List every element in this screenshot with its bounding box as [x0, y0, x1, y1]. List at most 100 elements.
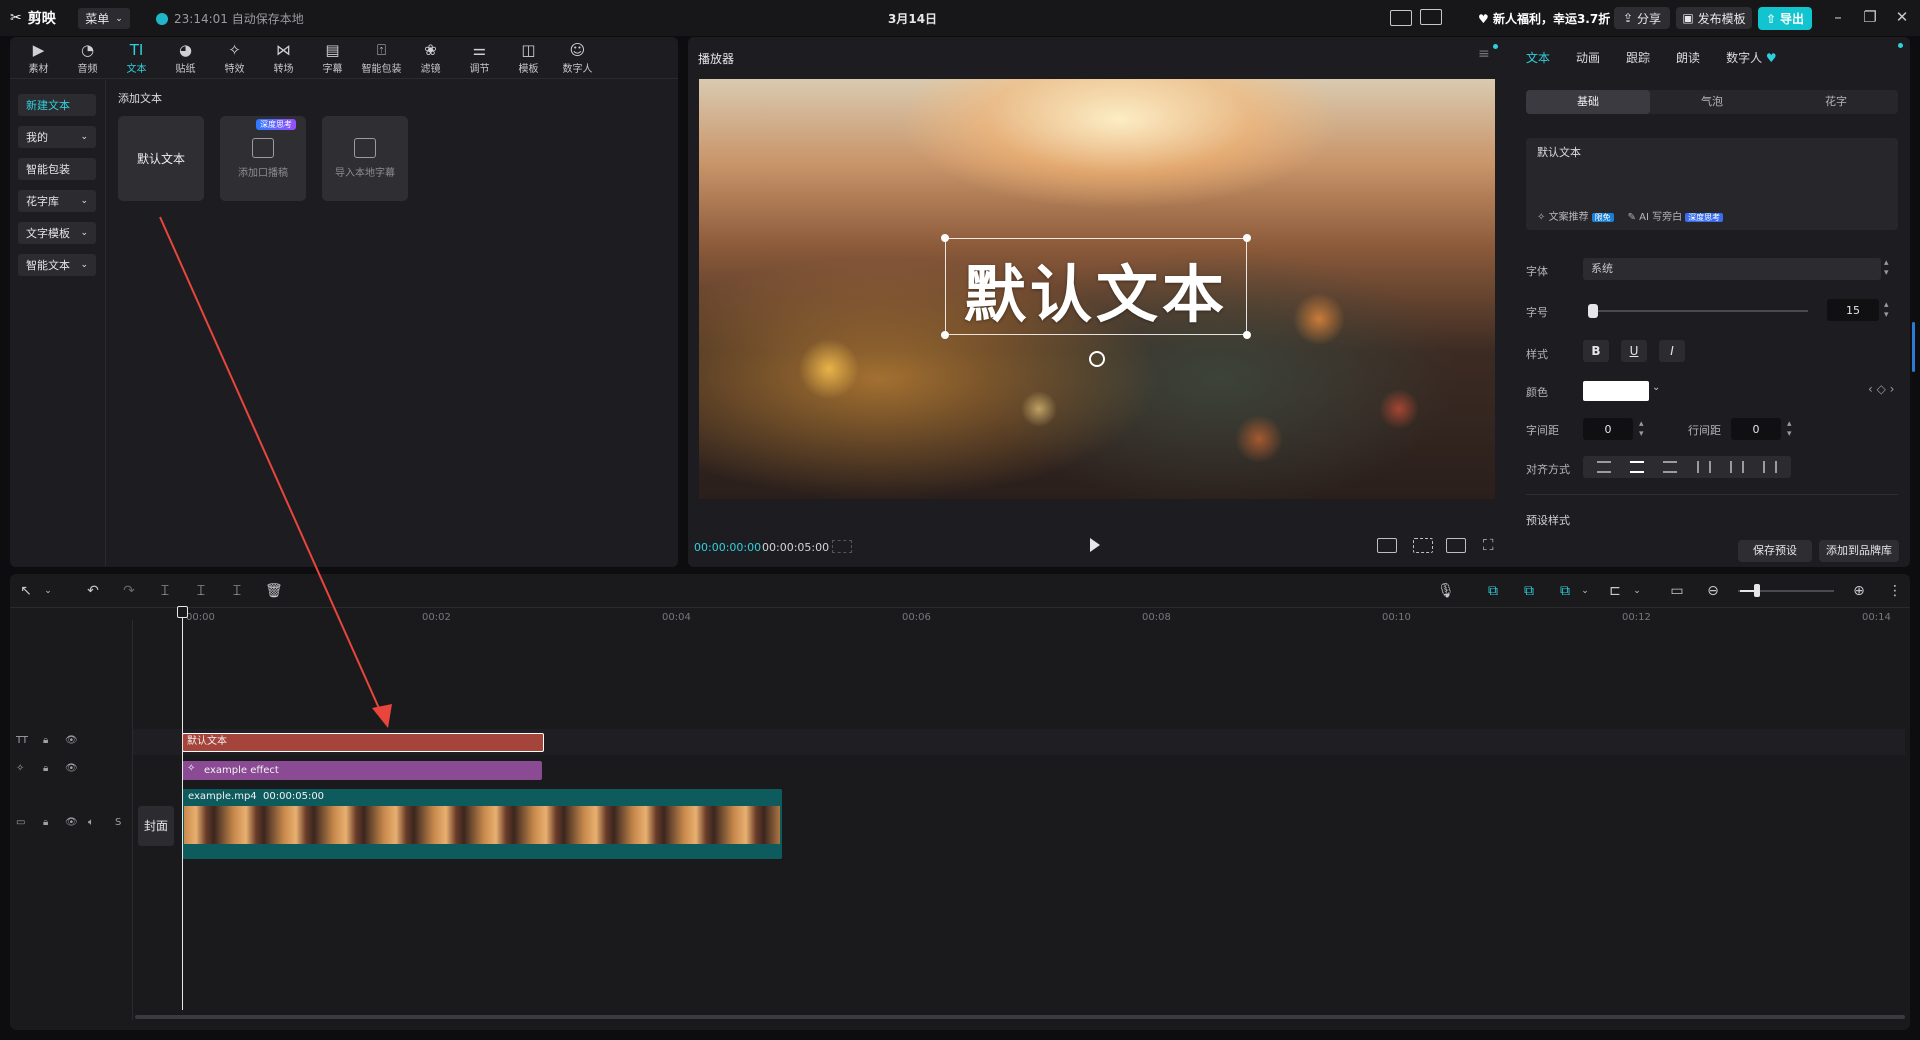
close-icon[interactable]: ✕ [1892, 8, 1912, 26]
text-content-value[interactable]: 默认文本 [1537, 144, 1581, 160]
chevron-down-icon[interactable]: ⌄ [1629, 583, 1645, 599]
chevron-down-icon[interactable]: ⌄ [40, 583, 56, 599]
timecode-grid-icon[interactable] [832, 540, 852, 553]
tab-transition[interactable]: ⋈ 转场 [259, 38, 308, 78]
overlay-text[interactable]: 默认文本 [945, 244, 1247, 334]
stepper-icon[interactable]: ▴ ▾ [1639, 419, 1644, 439]
vertical-align-top-icon[interactable] [1696, 461, 1711, 473]
tab-audio[interactable]: ◔ 音频 [63, 38, 112, 78]
default-text-card[interactable]: 默认文本 [118, 116, 204, 201]
resize-handle-bl[interactable] [941, 331, 949, 339]
nav-text-template[interactable]: 文字模板 ⌄ [18, 222, 96, 244]
aspect-ratio-icon[interactable] [1446, 538, 1466, 553]
text-clip[interactable]: 默认文本 [182, 733, 544, 752]
redo-icon[interactable]: ↷ [121, 583, 137, 599]
microphone-icon[interactable]: 🎙 [1437, 583, 1455, 599]
fit-timeline-icon[interactable]: ▭ [1669, 583, 1685, 599]
nav-smart-pack[interactable]: 智能包装 [18, 158, 96, 180]
eye-icon[interactable]: 👁︎ [65, 735, 78, 746]
project-title[interactable]: 3月14日 [888, 10, 937, 27]
minimize-icon[interactable]: – [1828, 8, 1848, 26]
color-swatch[interactable] [1583, 381, 1649, 401]
lock-icon[interactable]: 🔒︎ [43, 763, 48, 774]
stepper-icon[interactable]: ▴ ▾ [1884, 258, 1889, 278]
export-button[interactable]: ⇧ 导出 [1758, 7, 1812, 30]
resize-handle-br[interactable] [1243, 331, 1251, 339]
zoom-in-icon[interactable]: ⊕ [1851, 583, 1867, 599]
tab-sticker[interactable]: ◕ 贴纸 [161, 38, 210, 78]
preview-axis-icon[interactable]: ⊏ [1607, 583, 1623, 599]
vertical-align-center-icon[interactable] [1729, 461, 1744, 473]
original-ratio-icon[interactable] [1377, 538, 1397, 553]
tab-template[interactable]: ◫ 模板 [504, 38, 553, 78]
linkage-icon[interactable]: ⧉ [1557, 583, 1573, 599]
tab-text[interactable]: TI 文本 [112, 38, 161, 78]
save-preset-button[interactable]: 保存预设 [1738, 540, 1812, 562]
tab-subtitle[interactable]: ▤ 字幕 [308, 38, 357, 78]
tab-digital-human[interactable]: 数字人 ♥ [1726, 49, 1777, 66]
size-slider-handle[interactable] [1588, 304, 1598, 318]
lock-icon[interactable]: 🔒︎ [43, 735, 48, 746]
zoom-out-icon[interactable]: ⊖ [1705, 583, 1721, 599]
rotate-handle-icon[interactable] [1089, 351, 1105, 367]
segment-bubble[interactable]: 气泡 [1650, 90, 1774, 114]
chevron-down-icon[interactable]: ⌄ [1577, 583, 1593, 599]
effect-clip[interactable]: example effect [182, 761, 542, 780]
tab-smart-pack[interactable]: ⍐ 智能包装 [357, 38, 406, 78]
auto-snap-icon[interactable]: ⧉ [1521, 583, 1537, 599]
font-select[interactable]: 系统 [1583, 258, 1881, 280]
playhead-handle[interactable] [177, 606, 188, 618]
tab-effects[interactable]: ✧ 特效 [210, 38, 259, 78]
shortcut-keyboard-icon[interactable] [1390, 10, 1412, 26]
vertical-align-bottom-icon[interactable] [1763, 461, 1778, 473]
nav-fancy-text[interactable]: 花字库 ⌄ [18, 190, 96, 212]
split-icon[interactable]: ⌶ [157, 583, 173, 599]
lock-icon[interactable]: 🔒︎ [43, 817, 48, 828]
screenshot-icon[interactable] [1413, 538, 1433, 553]
segment-basic[interactable]: 基础 [1526, 90, 1650, 114]
tab-filter[interactable]: ❀ 滤镜 [406, 38, 455, 78]
keyframe-icon[interactable]: ‹ ◇ › [1868, 382, 1894, 396]
undo-icon[interactable]: ↶ [85, 583, 101, 599]
playhead[interactable] [182, 606, 183, 1010]
nav-smart-text[interactable]: 智能文本 ⌄ [18, 254, 96, 276]
timeline-scrollbar[interactable] [135, 1015, 1905, 1019]
tab-media[interactable]: ▶ 素材 [14, 38, 63, 78]
size-input[interactable]: 15 [1827, 299, 1879, 321]
select-cursor-icon[interactable]: ↖ [18, 583, 34, 599]
char-spacing-input[interactable]: 0 [1583, 418, 1633, 440]
more-options-icon[interactable]: ⋮ [1887, 583, 1903, 599]
tab-adjust[interactable]: ⚌ 调节 [455, 38, 504, 78]
italic-button[interactable]: I [1659, 340, 1685, 362]
publish-template-button[interactable]: ▣ 发布模板 [1676, 7, 1752, 29]
tab-digital-human[interactable]: ☺ 数字人 [553, 38, 602, 78]
eye-icon[interactable]: 👁︎ [65, 763, 78, 774]
tab-tracking[interactable]: 跟踪 [1626, 49, 1650, 66]
size-slider-track[interactable] [1588, 310, 1808, 312]
trim-left-icon[interactable]: ⌶ [193, 583, 209, 599]
align-center-icon[interactable] [1629, 461, 1644, 473]
tab-animation[interactable]: 动画 [1576, 49, 1600, 66]
inspector-scrollbar[interactable] [1912, 322, 1915, 372]
align-left-icon[interactable] [1596, 461, 1611, 473]
layout-icon[interactable] [1420, 9, 1442, 25]
stepper-icon[interactable]: ▴ ▾ [1884, 300, 1889, 320]
resize-handle-tr[interactable] [1243, 234, 1251, 242]
segment-fancy[interactable]: 花字 [1774, 90, 1898, 114]
solo-icon[interactable]: S [115, 817, 121, 828]
volume-icon[interactable]: 🔈︎ [88, 817, 94, 828]
delete-icon[interactable]: 🗑 [265, 583, 283, 599]
nav-mine[interactable]: 我的 ⌄ [18, 126, 96, 148]
play-icon[interactable] [1090, 538, 1100, 552]
add-script-card[interactable]: 深度思考 添加口播稿 [220, 116, 306, 201]
stepper-icon[interactable]: ▴ ▾ [1787, 419, 1792, 439]
chevron-down-icon[interactable]: ⌄ [1652, 382, 1660, 393]
share-button[interactable]: ⇪ 分享 [1614, 7, 1670, 29]
main-track-magnet-icon[interactable]: ⧉ [1485, 583, 1501, 599]
bold-button[interactable]: B [1583, 340, 1609, 362]
resize-handle-tl[interactable] [941, 234, 949, 242]
tab-read-aloud[interactable]: 朗读 [1676, 49, 1700, 66]
add-to-brand-button[interactable]: 添加到品牌库 [1819, 540, 1899, 562]
promo-banner[interactable]: ♥ 新人福利，幸运3.7折 [1478, 10, 1610, 27]
trim-right-icon[interactable]: ⌶ [229, 583, 245, 599]
